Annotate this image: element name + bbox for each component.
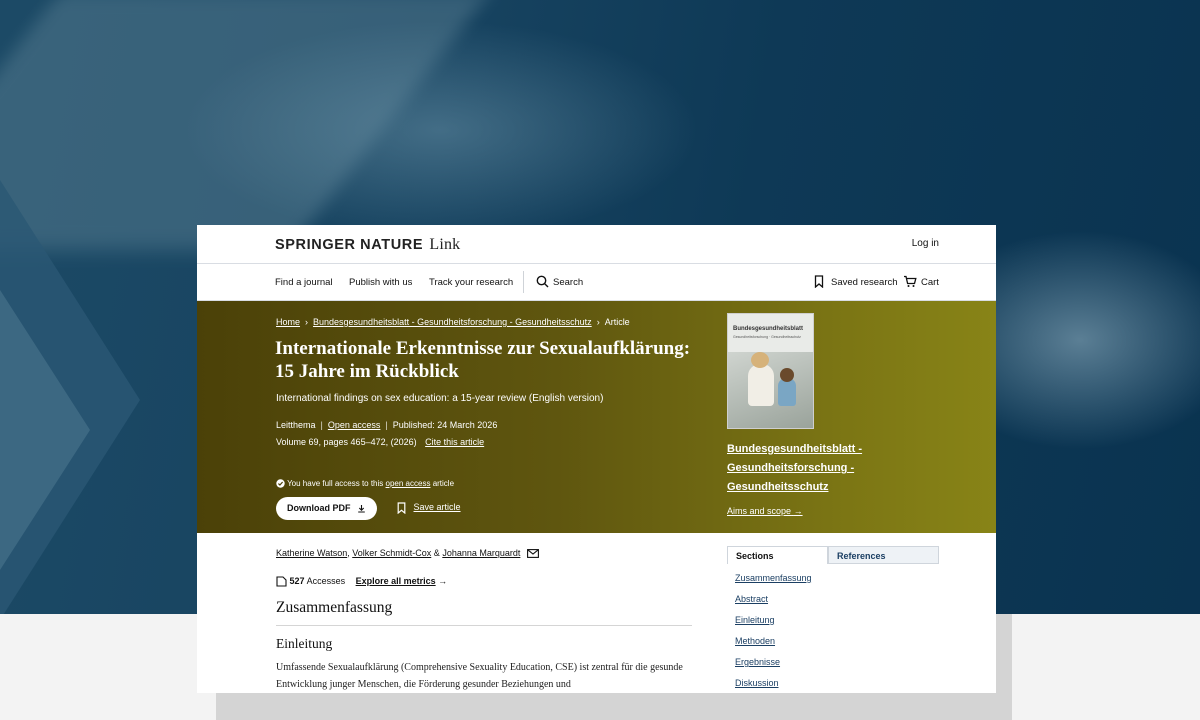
author-link[interactable]: Johanna Marquardt xyxy=(442,548,520,558)
mail-icon[interactable] xyxy=(526,549,539,559)
toc-item-abstract[interactable]: Abstract xyxy=(735,594,768,604)
save-article-button[interactable]: Save article xyxy=(397,502,461,514)
article-volume: Volume 69, pages 465–472, (2026) xyxy=(276,437,417,447)
nav-saved-research[interactable]: Saved research xyxy=(831,277,898,288)
cite-article-link[interactable]: Cite this article xyxy=(425,437,484,447)
download-pdf-label: Download PDF xyxy=(286,503,351,513)
section-heading-einleitung: Einleitung xyxy=(276,636,333,651)
metrics-bar: 527 Accesses Explore all metrics → xyxy=(276,576,447,587)
breadcrumb-home[interactable]: Home xyxy=(276,317,300,327)
explore-metrics-link[interactable]: Explore all metrics xyxy=(356,576,436,586)
brand-name: SPRINGER NATURE xyxy=(275,237,424,253)
toc-item-einleitung[interactable]: Einleitung xyxy=(735,615,775,625)
download-pdf-button[interactable]: Download PDF xyxy=(276,497,377,520)
bookmark-icon xyxy=(397,502,406,514)
article-volume-line: Volume 69, pages 465–472, (2026) Cite th… xyxy=(276,437,484,447)
site-header: SPRINGER NATURE Link Log in xyxy=(197,225,996,264)
aims-scope-label: Aims and scope xyxy=(727,506,792,516)
section-divider xyxy=(276,625,692,626)
access-notice: You have full access to this open access… xyxy=(276,479,455,489)
arrow-right-icon: → xyxy=(793,506,803,516)
section-heading-zusammenfassung: Zusammenfassung xyxy=(276,599,393,616)
breadcrumb-current: Article xyxy=(604,317,630,327)
author-link[interactable]: Volker Schmidt-Cox xyxy=(352,548,431,558)
access-suffix: article xyxy=(432,479,455,488)
author-ampersand: & xyxy=(433,548,440,558)
nav-find-journal[interactable]: Find a journal xyxy=(275,277,333,288)
save-article-label: Save article xyxy=(413,502,461,513)
journal-cover-image[interactable]: Bundesgesundheitsblatt Gesundheitsforsch… xyxy=(727,313,814,429)
open-access-link[interactable]: Open access xyxy=(328,420,381,430)
springer-nature-link-logo[interactable]: SPRINGER NATURE Link xyxy=(275,236,460,254)
article-type: Leitthema xyxy=(276,420,316,430)
nav-divider xyxy=(523,271,524,293)
nav-search[interactable]: Search xyxy=(553,277,583,288)
tab-references[interactable]: References xyxy=(828,546,939,564)
document-icon xyxy=(276,576,287,587)
access-prefix: You have full access to this xyxy=(287,479,384,488)
chevron-right-icon: › xyxy=(305,317,309,327)
cart-icon[interactable] xyxy=(903,275,917,288)
login-link[interactable]: Log in xyxy=(912,238,939,249)
toc-item-diskussion[interactable]: Diskussion xyxy=(735,678,779,688)
cover-subtitle: Gesundheitsforschung · Gesundheitsschutz xyxy=(733,335,801,339)
accesses-label: Accesses xyxy=(306,576,346,586)
article-hero: Home › Bundesgesundheitsblatt - Gesundheit… xyxy=(197,301,996,533)
journal-name-link[interactable]: Bundesgesundheitsblatt - Gesundheitsfors… xyxy=(727,440,907,497)
main-nav: Find a journal Publish with us Track you… xyxy=(197,264,996,301)
cover-photo xyxy=(728,352,813,428)
nav-track-research[interactable]: Track your research xyxy=(429,277,513,288)
toc-item-methoden[interactable]: Methoden xyxy=(735,636,775,646)
article-title: Internationale Erkenntnisse zur Sexualau… xyxy=(275,338,691,382)
tab-sections[interactable]: Sections xyxy=(727,546,828,564)
accesses-count: 527 xyxy=(289,576,305,586)
download-icon xyxy=(358,505,365,513)
article-subtitle: International findings on sex education:… xyxy=(276,393,604,404)
article-meta: Leitthema | Open access | Published: 24 Marc… xyxy=(276,420,498,430)
toc-item-zusammenfassung[interactable]: Zusammenfassung xyxy=(735,573,812,583)
aims-scope-link[interactable]: Aims and scope → xyxy=(727,506,803,516)
access-open-access-link[interactable]: open access xyxy=(386,479,431,488)
breadcrumb: Home › Bundesgesundheitsblatt - Gesundheit… xyxy=(276,317,630,327)
toc-item-ergebnisse[interactable]: Ergebnisse xyxy=(735,657,780,667)
author-list: Katherine Watson, Volker Schmidt-Cox & J… xyxy=(276,548,539,559)
breadcrumb-journal[interactable]: Bundesgesundheitsblatt - Gesundheitsfors… xyxy=(313,317,592,327)
sidebar-tabs: Sections References xyxy=(727,546,939,564)
check-circle-icon xyxy=(276,479,285,489)
body-paragraph: Umfassende Sexualaufklärung (Comprehensi… xyxy=(276,662,683,690)
chevron-right-icon: › xyxy=(596,317,600,327)
brand-suffix: Link xyxy=(429,236,461,253)
author-link[interactable]: Katherine Watson xyxy=(276,548,347,558)
bookmark-icon[interactable] xyxy=(814,275,824,288)
published-date: Published: 24 March 2026 xyxy=(392,420,498,430)
arrow-right-icon: → xyxy=(438,576,448,586)
nav-publish[interactable]: Publish with us xyxy=(349,277,412,288)
cover-title: Bundesgesundheitsblatt xyxy=(733,326,804,332)
search-icon[interactable] xyxy=(536,275,549,288)
article-content: Katherine Watson, Volker Schmidt-Cox & J… xyxy=(197,533,996,693)
nav-cart[interactable]: Cart xyxy=(921,277,939,288)
browser-frame: SPRINGER NATURE Link Log in Find a journ… xyxy=(197,225,996,693)
